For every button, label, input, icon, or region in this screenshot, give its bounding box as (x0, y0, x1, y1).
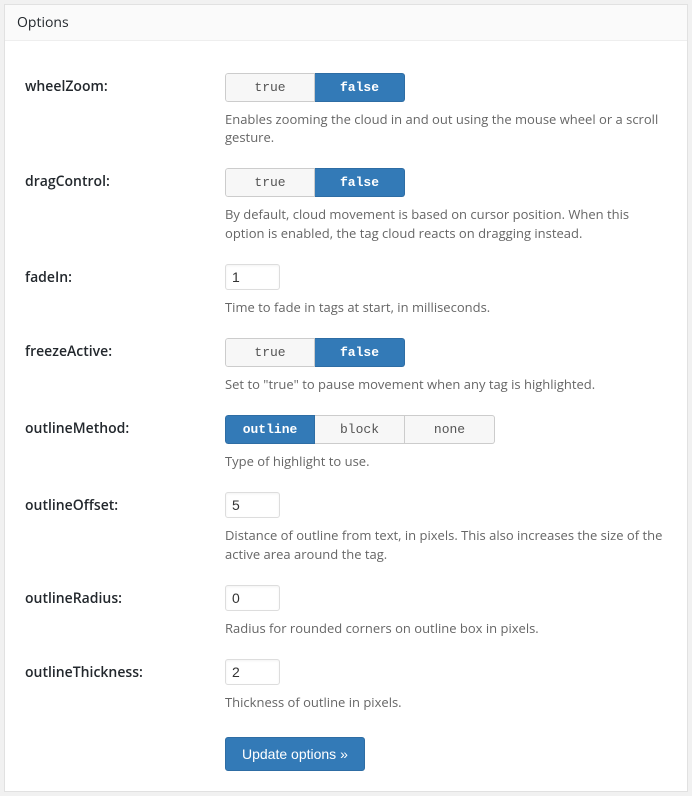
control-wheelzoom: true false Enables zooming the cloud in … (225, 73, 667, 146)
label-freezeactive: freezeActive: (25, 338, 225, 361)
desc-freezeactive: Set to "true" to pause movement when any… (225, 375, 667, 393)
row-outlinemethod: outlineMethod: outline block none Type o… (25, 415, 667, 470)
desc-wheelzoom: Enables zooming the cloud in and out usi… (225, 110, 667, 146)
desc-outlinethickness: Thickness of outline in pixels. (225, 693, 667, 711)
control-fadein: Time to fade in tags at start, in millis… (225, 264, 667, 316)
label-wheelzoom: wheelZoom: (25, 73, 225, 96)
toggle-outlinemethod: outline block none (225, 415, 667, 444)
label-outlineradius: outlineRadius: (25, 585, 225, 608)
submit-row: Update options » (225, 737, 667, 771)
control-outlineradius: Radius for rounded corners on outline bo… (225, 585, 667, 637)
desc-outlineoffset: Distance of outline from text, in pixels… (225, 526, 667, 562)
control-freezeactive: true false Set to "true" to pause moveme… (225, 338, 667, 393)
update-options-button[interactable]: Update options » (225, 737, 365, 771)
toggle-wheelzoom-true[interactable]: true (225, 73, 315, 102)
toggle-outlinemethod-block[interactable]: block (315, 415, 405, 444)
control-outlineoffset: Distance of outline from text, in pixels… (225, 492, 667, 562)
row-outlineradius: outlineRadius: Radius for rounded corner… (25, 585, 667, 637)
row-outlineoffset: outlineOffset: Distance of outline from … (25, 492, 667, 562)
label-fadein: fadeIn: (25, 264, 225, 287)
row-outlinethickness: outlineThickness: Thickness of outline i… (25, 659, 667, 711)
panel-body: wheelZoom: true false Enables zooming th… (5, 41, 687, 791)
input-outlineradius[interactable] (225, 585, 280, 611)
toggle-dragcontrol: true false (225, 168, 667, 197)
desc-outlineradius: Radius for rounded corners on outline bo… (225, 619, 667, 637)
toggle-dragcontrol-false[interactable]: false (315, 168, 405, 197)
desc-dragcontrol: By default, cloud movement is based on c… (225, 205, 667, 241)
control-dragcontrol: true false By default, cloud movement is… (225, 168, 667, 241)
toggle-freezeactive: true false (225, 338, 667, 367)
label-dragcontrol: dragControl: (25, 168, 225, 191)
label-outlinemethod: outlineMethod: (25, 415, 225, 438)
toggle-outlinemethod-outline[interactable]: outline (225, 415, 315, 444)
input-outlineoffset[interactable] (225, 492, 280, 518)
row-dragcontrol: dragControl: true false By default, clou… (25, 168, 667, 241)
label-outlineoffset: outlineOffset: (25, 492, 225, 515)
toggle-wheelzoom: true false (225, 73, 667, 102)
panel-title: Options (5, 5, 687, 41)
control-outlinethickness: Thickness of outline in pixels. (225, 659, 667, 711)
toggle-outlinemethod-none[interactable]: none (405, 415, 495, 444)
control-outlinemethod: outline block none Type of highlight to … (225, 415, 667, 470)
toggle-freezeactive-false[interactable]: false (315, 338, 405, 367)
input-outlinethickness[interactable] (225, 659, 280, 685)
label-outlinethickness: outlineThickness: (25, 659, 225, 682)
input-fadein[interactable] (225, 264, 280, 290)
row-freezeactive: freezeActive: true false Set to "true" t… (25, 338, 667, 393)
toggle-freezeactive-true[interactable]: true (225, 338, 315, 367)
toggle-wheelzoom-false[interactable]: false (315, 73, 405, 102)
row-wheelzoom: wheelZoom: true false Enables zooming th… (25, 73, 667, 146)
row-fadein: fadeIn: Time to fade in tags at start, i… (25, 264, 667, 316)
toggle-dragcontrol-true[interactable]: true (225, 168, 315, 197)
options-panel: Options wheelZoom: true false Enables zo… (4, 4, 688, 792)
desc-outlinemethod: Type of highlight to use. (225, 452, 667, 470)
desc-fadein: Time to fade in tags at start, in millis… (225, 298, 667, 316)
